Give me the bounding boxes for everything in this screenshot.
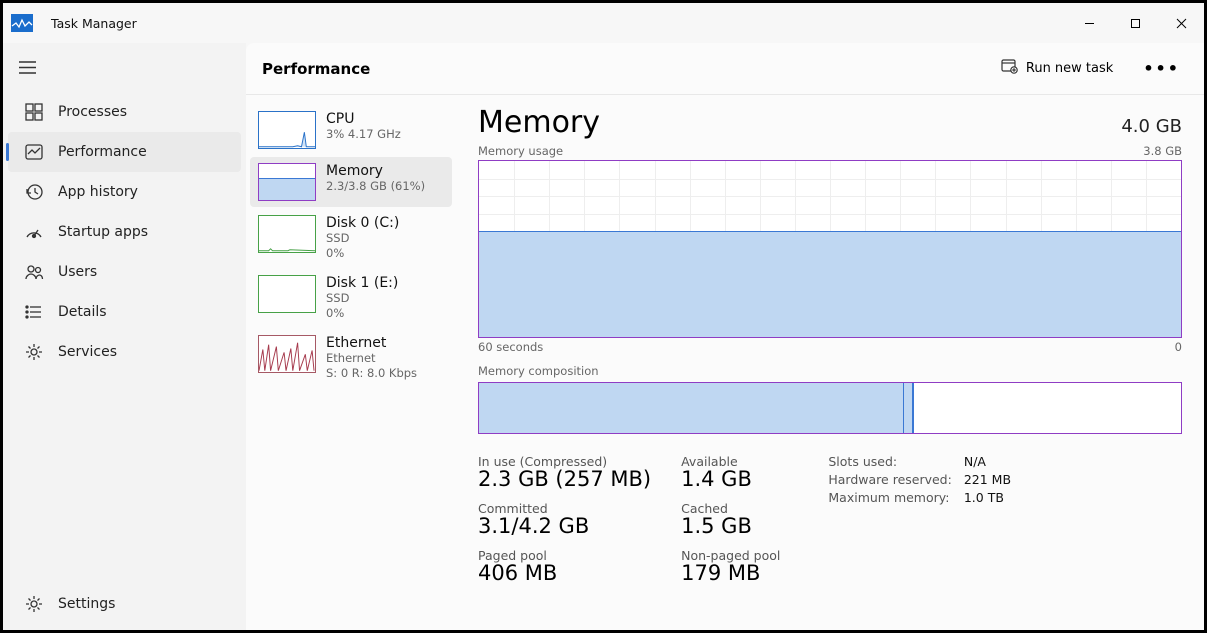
disk0-mini-chart bbox=[258, 215, 316, 253]
memory-usage-chart bbox=[478, 160, 1182, 338]
sidebar: Processes Performance App history Startu… bbox=[3, 43, 246, 630]
mini-title: CPU bbox=[326, 111, 401, 127]
run-task-icon bbox=[1001, 59, 1018, 78]
sidebar-item-services[interactable]: Services bbox=[8, 332, 241, 372]
detail-total: 4.0 GB bbox=[1121, 116, 1182, 137]
sidebar-item-details[interactable]: Details bbox=[8, 292, 241, 332]
titlebar: Task Manager bbox=[3, 3, 1204, 43]
mini-sub: S: 0 R: 8.0 Kbps bbox=[326, 366, 417, 381]
stat-label: Maximum memory: bbox=[828, 490, 951, 505]
page-title: Performance bbox=[262, 60, 370, 78]
sidebar-item-app-history[interactable]: App history bbox=[8, 172, 241, 212]
stat-value: 1.5 GB bbox=[681, 514, 780, 538]
sidebar-item-startup-apps[interactable]: Startup apps bbox=[8, 212, 241, 252]
usage-label: Memory usage bbox=[478, 144, 563, 158]
stat-label: Hardware reserved: bbox=[828, 472, 951, 487]
detail-pane: Memory 4.0 GB Memory usage 3.8 GB 60 sec… bbox=[456, 95, 1204, 630]
more-options-button[interactable]: ••• bbox=[1135, 55, 1188, 82]
sidebar-item-label: Settings bbox=[58, 596, 115, 612]
memory-stats-left: In use (Compressed) 2.3 GB (257 MB) Avai… bbox=[478, 454, 780, 585]
resource-item-ethernet[interactable]: Ethernet Ethernet S: 0 R: 8.0 Kbps bbox=[250, 329, 452, 387]
detail-title: Memory bbox=[478, 105, 600, 140]
mini-sub: 0% bbox=[326, 246, 399, 261]
mini-sub: 2.3/3.8 GB (61%) bbox=[326, 179, 425, 194]
mini-sub: 0% bbox=[326, 306, 398, 321]
mini-title: Memory bbox=[326, 163, 425, 179]
gauge-icon bbox=[24, 222, 44, 242]
sidebar-item-label: Details bbox=[58, 304, 107, 320]
mini-sub: Ethernet bbox=[326, 351, 417, 366]
sidebar-item-performance[interactable]: Performance bbox=[8, 132, 241, 172]
resource-item-disk0[interactable]: Disk 0 (C:) SSD 0% bbox=[250, 209, 452, 267]
stat-value: 3.1/4.2 GB bbox=[478, 514, 651, 538]
window-controls bbox=[1066, 7, 1204, 39]
memory-composition-chart bbox=[478, 382, 1182, 434]
grid-icon bbox=[24, 102, 44, 122]
stat-value: 221 MB bbox=[964, 472, 1011, 487]
users-icon bbox=[24, 262, 44, 282]
sidebar-item-label: Startup apps bbox=[58, 224, 148, 240]
stat-value: 179 MB bbox=[681, 561, 780, 585]
mini-sub: SSD bbox=[326, 231, 399, 246]
content-header: Performance Run new task ••• bbox=[246, 43, 1204, 95]
sidebar-item-label: Users bbox=[58, 264, 97, 280]
run-new-task-label: Run new task bbox=[1026, 61, 1113, 76]
memory-stats-right: Slots used: N/A Hardware reserved: 221 M… bbox=[828, 454, 1011, 585]
mini-sub: SSD bbox=[326, 291, 398, 306]
minimize-button[interactable] bbox=[1066, 7, 1112, 39]
list-icon bbox=[24, 302, 44, 322]
sidebar-item-label: App history bbox=[58, 184, 138, 200]
mini-sub: 3% 4.17 GHz bbox=[326, 127, 401, 142]
usage-max: 3.8 GB bbox=[1143, 144, 1182, 158]
run-new-task-button[interactable]: Run new task bbox=[993, 55, 1121, 82]
maximize-button[interactable] bbox=[1112, 7, 1158, 39]
composition-label: Memory composition bbox=[478, 364, 1182, 378]
app-title: Task Manager bbox=[51, 16, 137, 31]
stat-value: 1.4 GB bbox=[681, 467, 780, 491]
hamburger-button[interactable] bbox=[3, 47, 51, 87]
mini-title: Ethernet bbox=[326, 335, 417, 351]
window: Task Manager Processes Performance App h… bbox=[3, 3, 1204, 630]
sidebar-item-settings[interactable]: Settings bbox=[8, 584, 241, 624]
gear-icon bbox=[24, 342, 44, 362]
resource-item-disk1[interactable]: Disk 1 (E:) SSD 0% bbox=[250, 269, 452, 327]
x-axis-right: 0 bbox=[1175, 340, 1182, 354]
stat-label: Slots used: bbox=[828, 454, 951, 469]
app-icon bbox=[11, 14, 33, 32]
sidebar-item-label: Services bbox=[58, 344, 117, 360]
resource-item-cpu[interactable]: CPU 3% 4.17 GHz bbox=[250, 105, 452, 155]
stat-value: N/A bbox=[964, 454, 1011, 469]
close-button[interactable] bbox=[1158, 7, 1204, 39]
resource-list: CPU 3% 4.17 GHz Memory 2.3/3.8 GB (61%) bbox=[246, 95, 456, 630]
history-icon bbox=[24, 182, 44, 202]
content-pane: Performance Run new task ••• CPU bbox=[246, 43, 1204, 630]
sidebar-item-label: Processes bbox=[58, 104, 127, 120]
x-axis-left: 60 seconds bbox=[478, 340, 543, 354]
performance-icon bbox=[24, 142, 44, 162]
stat-value: 406 MB bbox=[478, 561, 651, 585]
ethernet-mini-chart bbox=[258, 335, 316, 373]
mini-title: Disk 1 (E:) bbox=[326, 275, 398, 291]
sidebar-item-label: Performance bbox=[58, 144, 147, 160]
resource-item-memory[interactable]: Memory 2.3/3.8 GB (61%) bbox=[250, 157, 452, 207]
stat-value: 1.0 TB bbox=[964, 490, 1011, 505]
sidebar-item-processes[interactable]: Processes bbox=[8, 92, 241, 132]
sidebar-item-users[interactable]: Users bbox=[8, 252, 241, 292]
disk1-mini-chart bbox=[258, 275, 316, 313]
mini-title: Disk 0 (C:) bbox=[326, 215, 399, 231]
settings-icon bbox=[24, 594, 44, 614]
stat-value: 2.3 GB (257 MB) bbox=[478, 467, 651, 491]
memory-mini-chart bbox=[258, 163, 316, 201]
cpu-mini-chart bbox=[258, 111, 316, 149]
